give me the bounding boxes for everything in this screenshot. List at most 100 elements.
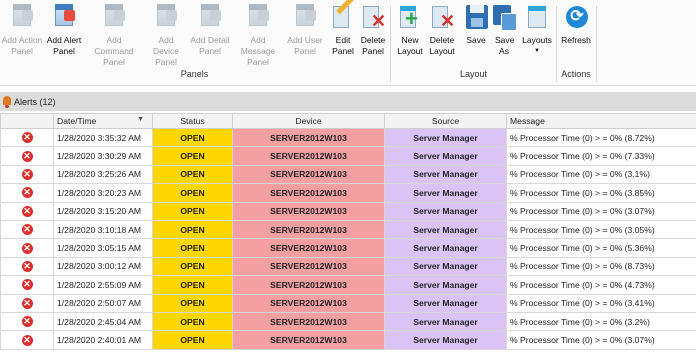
column-header-message[interactable]: Message xyxy=(506,113,696,129)
datetime-cell: 1/28/2020 3:05:15 AM xyxy=(53,238,153,258)
table-row[interactable]: ✕ 1/28/2020 3:30:29 AM OPEN SERVER2012W103 S… xyxy=(0,146,696,166)
status-cell: OPEN xyxy=(152,219,233,240)
message-cell: % Processor Time (0) > = 0% (3.05%) xyxy=(506,219,696,240)
delete-layout-button[interactable]: ✕ Delete Layout xyxy=(427,2,457,57)
table-row[interactable]: ✕ 1/28/2020 3:20:23 AM OPEN SERVER2012W103 S… xyxy=(0,183,696,203)
datetime-cell: 1/28/2020 3:30:29 AM xyxy=(53,146,153,166)
add-message-panel-button[interactable]: Add Message Panel xyxy=(234,2,282,68)
save-as-button[interactable]: Save As xyxy=(490,2,518,57)
add-user-panel-label: Add User Panel xyxy=(287,35,323,56)
column-header-icon[interactable] xyxy=(0,113,54,129)
severity-cell: ✕ xyxy=(0,183,54,203)
error-icon: ✕ xyxy=(21,334,33,346)
device-cell: SERVER2012W103 xyxy=(232,256,385,277)
sort-descending-icon: ▼ xyxy=(137,116,144,123)
new-layout-icon: + xyxy=(397,2,423,32)
source-cell: Server Manager xyxy=(384,127,507,148)
datetime-cell: 1/28/2020 3:15:20 AM xyxy=(53,201,153,221)
message-cell: % Processor Time (0) > = 0% (3.2%) xyxy=(506,311,696,332)
message-cell: % Processor Time (0) > = 0% (3.85%) xyxy=(506,183,696,203)
column-header-source[interactable]: Source xyxy=(384,113,507,129)
edit-panel-button[interactable]: Edit Panel xyxy=(330,0,356,57)
source-cell: Server Manager xyxy=(384,293,507,313)
edit-panel-icon xyxy=(330,0,356,32)
error-icon: ✕ xyxy=(21,224,33,236)
add-command-panel-label: Add Command Panel xyxy=(94,35,134,67)
message-cell: % Processor Time (0) > = 0% (3.41%) xyxy=(506,293,696,313)
source-cell: Server Manager xyxy=(384,164,507,185)
add-action-panel-label: Add Action Panel xyxy=(1,35,43,56)
error-icon: ✕ xyxy=(21,261,33,273)
status-cell: OPEN xyxy=(152,256,233,277)
delete-panel-button[interactable]: ✕ Delete Panel xyxy=(359,2,387,57)
add-device-panel-button[interactable]: Add Device Panel xyxy=(146,2,186,68)
table-header-row: Date/Time ▼ Status Device Source Message xyxy=(0,113,696,129)
status-cell: OPEN xyxy=(152,311,233,332)
datetime-cell: 1/28/2020 2:40:01 AM xyxy=(53,330,153,350)
severity-cell: ✕ xyxy=(0,164,54,185)
column-header-datetime[interactable]: Date/Time ▼ xyxy=(53,113,153,129)
severity-cell: ✕ xyxy=(0,146,54,166)
table-row[interactable]: ✕ 1/28/2020 3:00:12 AM OPEN SERVER2012W103 S… xyxy=(0,256,696,277)
delete-layout-icon: ✕ xyxy=(429,2,455,32)
add-device-panel-label: Add Device Panel xyxy=(153,35,179,67)
source-cell: Server Manager xyxy=(384,201,507,221)
message-cell: % Processor Time (0) > = 0% (5.36%) xyxy=(506,238,696,258)
alerts-title: Alerts (12) xyxy=(14,96,56,107)
save-as-icon xyxy=(491,2,517,32)
severity-cell: ✕ xyxy=(0,330,54,350)
add-user-panel-button[interactable]: Add User Panel xyxy=(286,2,324,57)
alerts-table: Date/Time ▼ Status Device Source Message … xyxy=(0,113,696,350)
table-row[interactable]: ✕ 1/28/2020 3:05:15 AM OPEN SERVER2012W103 S… xyxy=(0,238,696,258)
table-row[interactable]: ✕ 1/28/2020 3:15:20 AM OPEN SERVER2012W103 S… xyxy=(0,201,696,221)
device-cell: SERVER2012W103 xyxy=(232,201,385,221)
column-header-device[interactable]: Device xyxy=(232,113,385,129)
layout-group-label: Layout xyxy=(459,69,488,79)
severity-cell: ✕ xyxy=(0,293,54,313)
message-cell: % Processor Time (0) > = 0% (7.33%) xyxy=(506,146,696,166)
ribbon-toolbar: Add Action Panel Add Alert Panel Add Com… xyxy=(0,0,696,86)
datetime-cell: 1/28/2020 3:25:26 AM xyxy=(53,164,153,185)
add-alert-panel-button[interactable]: Add Alert Panel xyxy=(46,2,82,57)
add-detail-panel-icon xyxy=(197,2,223,32)
add-action-panel-button[interactable]: Add Action Panel xyxy=(0,2,44,57)
table-row[interactable]: ✕ 1/28/2020 3:35:32 AM OPEN SERVER2012W103 S… xyxy=(0,127,696,148)
layouts-label: Layouts xyxy=(522,35,552,45)
add-user-panel-icon xyxy=(292,2,318,32)
source-cell: Server Manager xyxy=(384,146,507,166)
column-header-status[interactable]: Status xyxy=(152,113,233,129)
status-cell: OPEN xyxy=(152,164,233,185)
refresh-icon: ⟳ xyxy=(563,2,589,32)
table-row[interactable]: ✕ 1/28/2020 2:40:01 AM OPEN SERVER2012W103 S… xyxy=(0,330,696,350)
new-layout-button[interactable]: + New Layout xyxy=(395,2,425,57)
error-icon: ✕ xyxy=(21,169,33,181)
table-row[interactable]: ✕ 1/28/2020 2:45:04 AM OPEN SERVER2012W103 S… xyxy=(0,311,696,332)
refresh-button[interactable]: ⟳ Refresh xyxy=(561,2,591,46)
table-row[interactable]: ✕ 1/28/2020 2:55:09 AM OPEN SERVER2012W103 S… xyxy=(0,275,696,295)
table-row[interactable]: ✕ 1/28/2020 3:10:18 AM OPEN SERVER2012W103 S… xyxy=(0,219,696,240)
save-label: Save xyxy=(466,35,486,45)
status-cell: OPEN xyxy=(152,330,233,350)
table-row[interactable]: ✕ 1/28/2020 2:50:07 AM OPEN SERVER2012W103 S… xyxy=(0,293,696,313)
error-icon: ✕ xyxy=(21,150,33,162)
save-as-label: Save As xyxy=(495,35,515,56)
new-layout-label: New Layout xyxy=(397,35,423,56)
alerts-panel-header[interactable]: Alerts (12) xyxy=(0,92,696,111)
add-command-panel-button[interactable]: Add Command Panel xyxy=(86,2,142,68)
source-cell: Server Manager xyxy=(384,330,507,350)
device-cell: SERVER2012W103 xyxy=(232,219,385,240)
message-cell: % Processor Time (0) > = 0% (8.73%) xyxy=(506,256,696,277)
table-row[interactable]: ✕ 1/28/2020 3:25:26 AM OPEN SERVER2012W103 S… xyxy=(0,164,696,185)
severity-cell: ✕ xyxy=(0,201,54,221)
error-icon: ✕ xyxy=(21,132,33,144)
add-detail-panel-button[interactable]: Add Detail Panel xyxy=(190,2,230,57)
error-icon: ✕ xyxy=(21,187,33,199)
chevron-down-icon: ▼ xyxy=(534,48,540,54)
datetime-cell: 1/28/2020 2:55:09 AM xyxy=(53,275,153,295)
save-button[interactable]: Save xyxy=(463,2,489,46)
severity-cell: ✕ xyxy=(0,219,54,240)
status-cell: OPEN xyxy=(152,201,233,221)
device-cell: SERVER2012W103 xyxy=(232,183,385,203)
delete-panel-label: Delete Panel xyxy=(360,35,386,56)
layouts-dropdown-button[interactable]: Layouts ▼ xyxy=(521,2,553,57)
